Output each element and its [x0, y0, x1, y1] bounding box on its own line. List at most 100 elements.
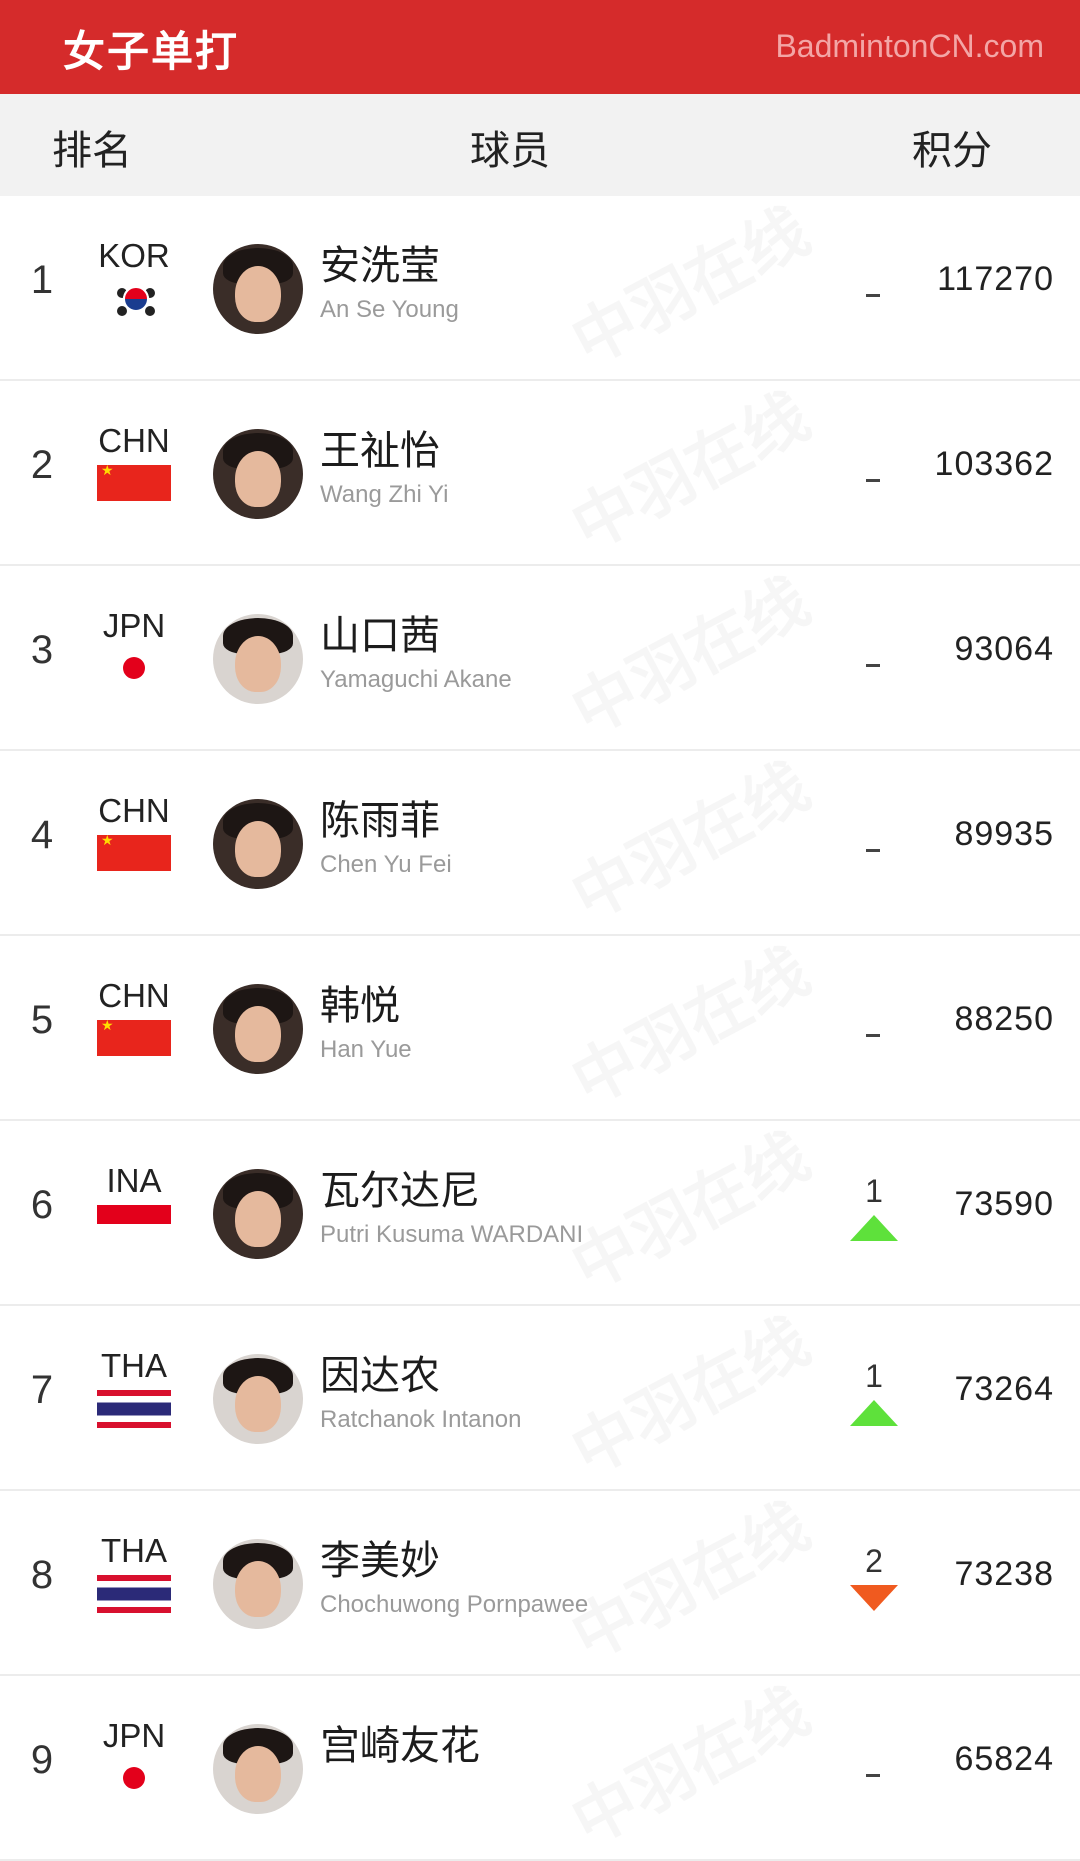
player-names[interactable]: 瓦尔达尼 Putri Kusuma WARDANI	[320, 1167, 583, 1251]
points-value: 93064	[954, 630, 1054, 668]
watermark: 中羽在线	[553, 936, 822, 1119]
player-names[interactable]: 宫崎友花	[320, 1722, 480, 1774]
avatar[interactable]	[213, 429, 303, 519]
table-row[interactable]: 中羽在线 3 JPN 山口茜 Yamaguchi Akane 93064	[0, 566, 1080, 751]
avatar[interactable]	[213, 984, 303, 1074]
player-name-english: An Se Young	[320, 296, 459, 323]
avatar[interactable]	[213, 614, 303, 704]
rank-number: 4	[30, 813, 54, 857]
no-change-dash-icon	[866, 664, 880, 667]
player-names[interactable]: 王祉怡 Wang Zhi Yi	[320, 427, 449, 511]
watermark: 中羽在线	[553, 566, 822, 749]
rank-number: 9	[30, 1738, 54, 1782]
kor-flag-icon	[97, 280, 171, 316]
top-bar: 女子单打 BadmintonCN.com	[0, 0, 1080, 94]
player-names[interactable]: 安洗莹 An Se Young	[320, 242, 459, 326]
site-name[interactable]: BadmintonCN.com	[775, 28, 1044, 65]
no-change-dash-icon	[866, 1034, 880, 1037]
table-row[interactable]: 中羽在线 8 THA 李美妙 Chochuwong Pornpawee 2 73238	[0, 1491, 1080, 1676]
player-names[interactable]: 韩悦 Han Yue	[320, 982, 412, 1066]
rank-change-value: 1	[865, 1173, 883, 1209]
player-name-chinese: 因达农	[320, 1353, 440, 1399]
player-name-chinese: 宫崎友花	[320, 1723, 480, 1769]
avatar[interactable]	[213, 1539, 303, 1629]
avatar[interactable]	[213, 1354, 303, 1444]
rank-number: 1	[30, 258, 54, 302]
country-code: CHN	[98, 422, 170, 459]
points-value: 88250	[954, 1000, 1054, 1038]
watermark: 中羽在线	[553, 381, 822, 564]
down-arrow-icon	[850, 1585, 898, 1611]
table-header: 排名 球员 积分	[0, 94, 1080, 196]
rank-change-value: 1	[865, 1358, 883, 1394]
no-change-dash-icon	[866, 479, 880, 482]
rank-number: 2	[30, 443, 54, 487]
avatar-face	[235, 1376, 281, 1432]
player-name-chinese: 安洗莹	[320, 243, 440, 289]
table-row[interactable]: 中羽在线 5 CHN 韩悦 Han Yue 88250	[0, 936, 1080, 1121]
rank-number: 6	[30, 1183, 54, 1227]
player-name-english: Putri Kusuma WARDANI	[320, 1221, 584, 1248]
watermark: 中羽在线	[553, 1121, 822, 1304]
watermark: 中羽在线	[553, 751, 822, 934]
country-code: JPN	[102, 1717, 166, 1754]
ranking-list: 中羽在线 1 KOR 安洗莹 An Se Young 117270 中羽在线 2 CHN 王祉怡 W…	[0, 196, 1080, 1861]
tha-flag-icon	[97, 1575, 171, 1613]
country-cell: CHN	[92, 423, 176, 501]
page-title: 女子单打	[63, 27, 240, 76]
rank-change: 1	[846, 1358, 902, 1426]
rank-change: 2	[846, 1543, 902, 1611]
jpn-flag-icon	[97, 1760, 171, 1796]
country-code: KOR	[98, 237, 170, 274]
rank-change: 1	[846, 1173, 902, 1241]
points-value: 117270	[937, 260, 1054, 298]
player-names[interactable]: 李美妙 Chochuwong Pornpawee	[320, 1537, 588, 1621]
column-header-points: 积分	[912, 128, 992, 174]
avatar[interactable]	[213, 1724, 303, 1814]
watermark: 中羽在线	[553, 1491, 822, 1674]
jpn-flag-icon	[97, 650, 171, 686]
table-row[interactable]: 中羽在线 2 CHN 王祉怡 Wang Zhi Yi 103362	[0, 381, 1080, 566]
country-cell: KOR	[92, 238, 176, 316]
country-code: CHN	[98, 977, 170, 1014]
country-code: JPN	[102, 607, 166, 644]
table-row[interactable]: 中羽在线 7 THA 因达农 Ratchanok Intanon 1 73264	[0, 1306, 1080, 1491]
avatar[interactable]	[213, 799, 303, 889]
player-name-chinese: 李美妙	[320, 1538, 440, 1584]
player-names[interactable]: 陈雨菲 Chen Yu Fei	[320, 797, 452, 881]
avatar-face	[235, 1561, 281, 1617]
player-name-english: Chen Yu Fei	[320, 851, 452, 878]
column-header-player: 球员	[470, 128, 550, 174]
avatar[interactable]	[213, 1169, 303, 1259]
avatar-face	[235, 1191, 281, 1247]
rank-number: 5	[30, 998, 54, 1042]
avatar-face	[235, 1006, 281, 1062]
player-names[interactable]: 山口茜 Yamaguchi Akane	[320, 612, 512, 696]
watermark: 中羽在线	[553, 196, 822, 379]
rank-number: 3	[30, 628, 54, 672]
table-row[interactable]: 中羽在线 9 JPN 宫崎友花 65824	[0, 1676, 1080, 1861]
up-arrow-icon	[850, 1400, 898, 1426]
player-name-chinese: 瓦尔达尼	[320, 1168, 480, 1214]
country-cell: CHN	[92, 978, 176, 1056]
rank-number: 8	[30, 1553, 54, 1597]
chn-flag-icon	[97, 1018, 171, 1056]
table-row[interactable]: 中羽在线 6 INA 瓦尔达尼 Putri Kusuma WARDANI 1 73590	[0, 1121, 1080, 1306]
table-row[interactable]: 中羽在线 1 KOR 安洗莹 An Se Young 117270	[0, 196, 1080, 381]
player-name-chinese: 王祉怡	[320, 428, 440, 474]
points-value: 73238	[954, 1555, 1054, 1593]
watermark: 中羽在线	[553, 1676, 822, 1859]
rank-number: 7	[30, 1368, 54, 1412]
chn-flag-icon	[97, 833, 171, 871]
player-name-english: Yamaguchi Akane	[320, 666, 512, 693]
ina-flag-icon	[97, 1205, 171, 1243]
country-code: INA	[106, 1162, 162, 1199]
country-code: THA	[101, 1347, 167, 1384]
player-names[interactable]: 因达农 Ratchanok Intanon	[320, 1352, 521, 1436]
avatar[interactable]	[213, 244, 303, 334]
avatar-face	[235, 636, 281, 692]
country-cell: CHN	[92, 793, 176, 871]
no-change-dash-icon	[866, 849, 880, 852]
table-row[interactable]: 中羽在线 4 CHN 陈雨菲 Chen Yu Fei 89935	[0, 751, 1080, 936]
points-value: 65824	[954, 1740, 1054, 1778]
